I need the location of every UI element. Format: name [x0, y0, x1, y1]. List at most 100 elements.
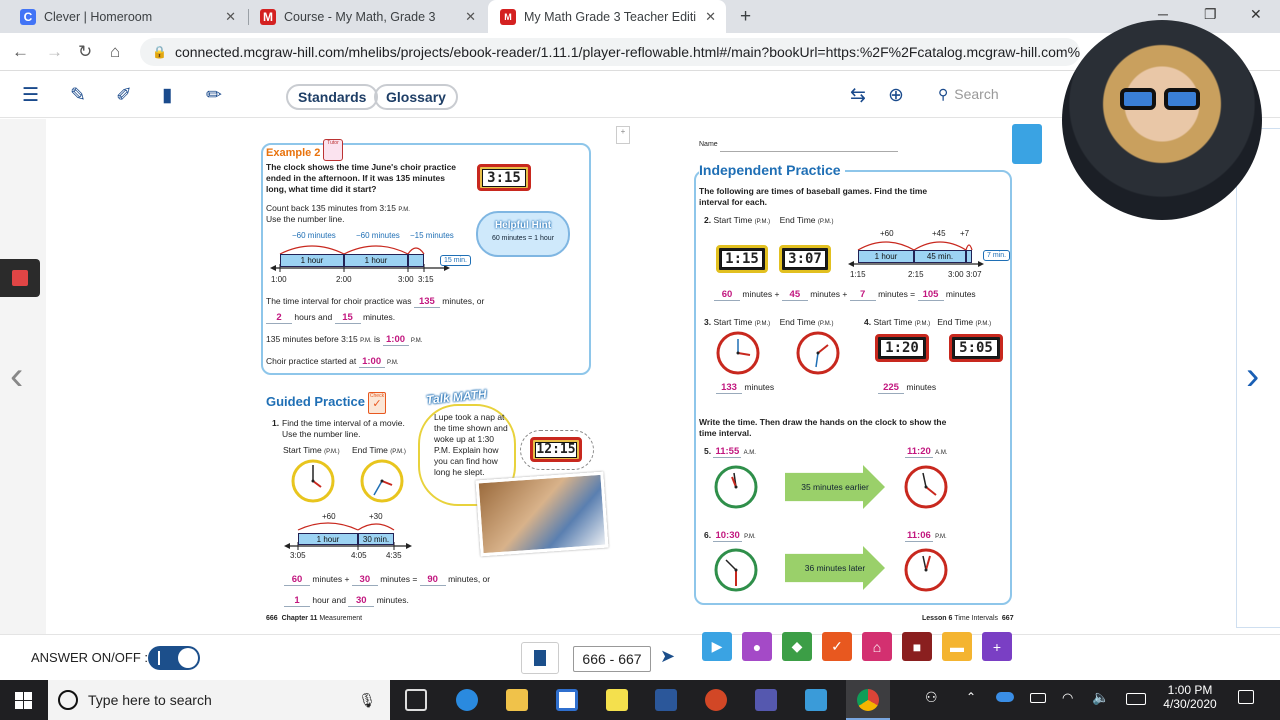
answer-value: 7 — [849, 289, 876, 301]
back-icon[interactable]: ← — [12, 42, 29, 62]
answer-value: 90 — [419, 574, 446, 586]
eraser-icon[interactable]: ✎ — [70, 84, 86, 107]
pm-label: P.M. — [819, 219, 832, 225]
table-of-contents-icon[interactable]: ☰ — [22, 84, 39, 107]
page-view-button[interactable] — [521, 642, 559, 674]
home-icon[interactable]: ⌂ — [110, 42, 120, 62]
clock-display: 12:15 — [535, 442, 577, 458]
taskbar-search-box[interactable]: Type here to search 🎙 — [48, 680, 390, 720]
notifications-icon[interactable] — [1238, 690, 1254, 704]
number-line-segment: 1 hour — [298, 533, 358, 545]
digital-clock: 1:20 — [875, 334, 929, 362]
windows-start-icon[interactable] — [15, 692, 32, 709]
tab-teacher-edition[interactable]: M My Math Grade 3 Teacher Edition ✕ — [488, 0, 726, 33]
battery-icon[interactable] — [1030, 693, 1046, 703]
shapes-icon[interactable]: ◆ — [782, 632, 812, 661]
onedrive-icon[interactable] — [996, 692, 1014, 702]
standards-button[interactable]: Standards — [286, 84, 379, 110]
pm-label: P.M. — [360, 338, 372, 344]
answer-value: 15 — [334, 312, 361, 324]
fit-width-icon[interactable]: ⇆ — [850, 84, 866, 107]
pm-label: P.M. — [935, 534, 947, 540]
people-icon[interactable]: ⚇ — [925, 689, 938, 706]
example-label: Example 2 — [266, 147, 321, 159]
sentence-text: 135 minutes before 3:15 — [266, 334, 358, 344]
restore-icon[interactable]: ❐ — [1204, 6, 1217, 23]
single-page-icon — [534, 650, 546, 666]
record-icon[interactable] — [12, 270, 28, 286]
sticky-notes-icon[interactable] — [606, 689, 628, 711]
close-icon[interactable]: ✕ — [465, 9, 476, 25]
clock-display: 3:07 — [784, 250, 826, 268]
label-text: Start Time — [283, 445, 322, 455]
close-icon[interactable]: ✕ — [705, 9, 716, 25]
word-icon[interactable] — [655, 689, 677, 711]
record-widget[interactable] — [0, 259, 40, 297]
number-line-segment: 30 min. — [358, 533, 394, 545]
check-icon[interactable]: Check ✓ — [368, 392, 386, 414]
folder-icon[interactable]: ▬ — [942, 632, 972, 661]
analog-clock — [360, 459, 404, 503]
zoom-in-icon[interactable]: ⊕ — [888, 84, 904, 107]
sleeping-child-photo — [475, 471, 609, 557]
q6-result: 11:06 P.M. — [905, 530, 947, 543]
keyboard-icon[interactable] — [1126, 693, 1146, 705]
page-bookmark-icon[interactable]: + — [616, 126, 630, 144]
q4-labels: 4. Start Time (P.M.) End Time (P.M.) — [864, 317, 992, 327]
task-view-icon[interactable] — [405, 689, 427, 711]
person-icon[interactable]: ■ — [902, 632, 932, 661]
independent-intro: The following are times of baseball game… — [699, 186, 928, 207]
close-icon[interactable]: ✕ — [225, 9, 236, 25]
sentence-text: minutes. — [376, 595, 409, 605]
answer-value: 11:55 — [713, 446, 742, 458]
pen-icon[interactable]: ✏ — [206, 84, 222, 107]
clock-display: 5:05 — [954, 339, 998, 357]
resource-tab-icon[interactable] — [1012, 124, 1042, 164]
interval-sentence: The time interval for choir practice was… — [266, 296, 484, 308]
tab-course[interactable]: M Course - My Math, Grade 3 ✕ — [248, 0, 486, 33]
answer-value: 11:06 — [905, 530, 933, 542]
page-range-input[interactable]: 666 - 667 — [573, 646, 651, 672]
bookmark-icon[interactable]: ▮ — [162, 84, 172, 107]
teams-icon[interactable] — [755, 689, 777, 711]
reload-icon[interactable]: ↻ — [78, 42, 92, 62]
chat-icon[interactable]: ● — [742, 632, 772, 661]
answer-value: 225 — [878, 382, 904, 394]
plus-icon[interactable]: + — [982, 632, 1012, 661]
volume-icon[interactable]: 🔈 — [1092, 689, 1109, 706]
previous-page-icon[interactable]: ‹ — [10, 354, 23, 399]
go-arrow-icon[interactable]: ➤ — [660, 646, 675, 667]
file-explorer-icon[interactable] — [506, 689, 528, 711]
answer-value: 1:00 — [382, 334, 409, 346]
tick-label: 2:00 — [336, 275, 352, 284]
window-close-icon[interactable]: ✕ — [1250, 6, 1262, 23]
forward-icon[interactable]: → — [46, 42, 63, 62]
microphone-icon[interactable]: 🎙 — [358, 692, 376, 709]
wifi-icon[interactable]: ◠ — [1062, 690, 1073, 706]
taskbar-clock[interactable]: 1:00 PM 4/30/2020 — [1160, 683, 1220, 711]
edge-icon[interactable] — [456, 689, 478, 711]
powerpoint-icon[interactable] — [705, 689, 727, 711]
chrome-taskbar-button[interactable] — [846, 680, 890, 720]
hint-title: Helpful Hint — [494, 220, 552, 231]
end-time-label: End Time (P.M.) — [352, 445, 406, 455]
url-field[interactable]: 🔒 connected.mcgraw-hill.com/mhelibs/proj… — [140, 38, 1080, 66]
checkmark-icon[interactable]: ✓ — [822, 632, 852, 661]
sentence-text: The time interval for choir practice was — [266, 296, 412, 306]
lock-icon: 🔒 — [152, 45, 167, 59]
search-input[interactable]: ⚲ Search — [938, 82, 1068, 106]
tutor-icon[interactable]: Tutor — [323, 139, 343, 161]
highlighter-icon[interactable]: ✐ — [116, 84, 132, 107]
glossary-button[interactable]: Glossary — [374, 84, 458, 110]
house-icon[interactable]: ⌂ — [862, 632, 892, 661]
play-icon[interactable]: ▶ — [702, 632, 732, 661]
whiteboard-icon[interactable] — [805, 689, 827, 711]
answer-value: 1:00 — [358, 356, 385, 368]
pm-label: P.M. — [392, 449, 404, 455]
new-tab-button[interactable]: + — [740, 6, 751, 28]
tray-chevron-icon[interactable]: ⌃ — [966, 690, 976, 704]
answer-toggle[interactable] — [148, 646, 200, 670]
label-text: End Time — [352, 445, 388, 455]
store-icon[interactable] — [556, 689, 578, 711]
tab-clever[interactable]: C Clever | Homeroom ✕ — [8, 0, 246, 33]
